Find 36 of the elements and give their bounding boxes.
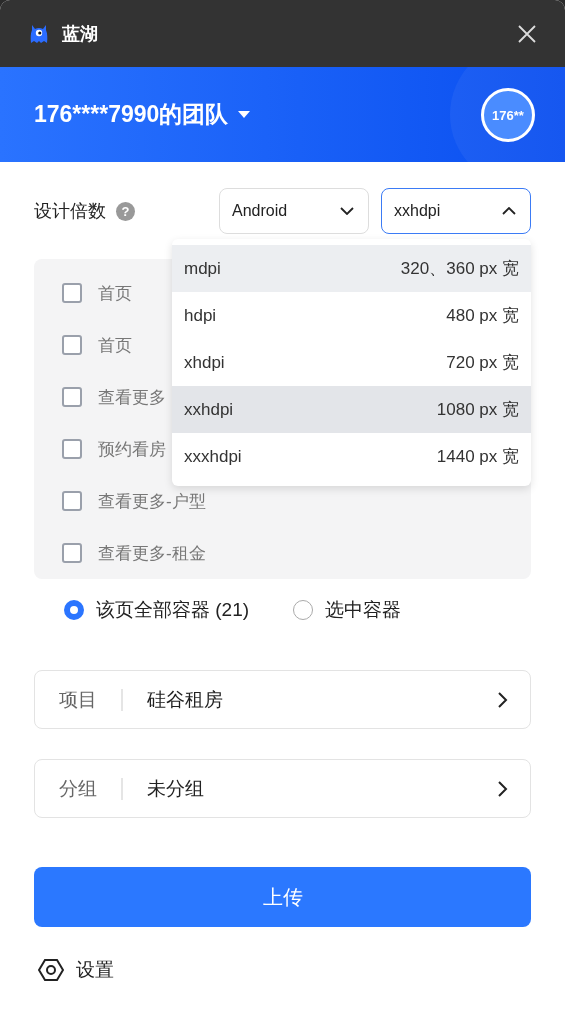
settings-link[interactable]: 设置 [76,957,114,983]
density-option[interactable]: mdpi 320、360 px 宽 [172,245,531,292]
checkbox[interactable] [62,491,82,511]
density-option[interactable]: hdpi 480 px 宽 [172,292,531,339]
settings-icon[interactable] [38,958,64,982]
platform-select[interactable]: Android [219,188,369,234]
checkbox[interactable] [62,335,82,355]
page-name: 查看更多 [98,386,166,409]
checkbox[interactable] [62,543,82,563]
upload-button[interactable]: 上传 [34,867,531,927]
window-title: 蓝湖 [62,22,99,46]
scale-label: 设计倍数 [34,200,106,223]
chevron-up-icon [502,207,516,215]
radio-label: 选中容器 [325,598,402,622]
picker-row[interactable]: 项目 硅谷租房 [34,670,531,729]
density-option[interactable]: xxhdpi 1080 px 宽 [172,386,531,433]
page-name: 首页 [98,334,132,357]
close-icon[interactable] [517,23,537,44]
density-option[interactable]: xxxhdpi 1440 px 宽 [172,433,531,480]
page-name: 首页 [98,282,132,305]
checkbox[interactable] [62,439,82,459]
page-name: 预约看房 [98,438,166,461]
density-select[interactable]: xxhdpi [381,188,531,234]
radio-label: 该页全部容器 (21) [96,598,250,622]
density-option[interactable]: xhdpi 720 px 宽 [172,339,531,386]
page-name: 查看更多-租金 [98,542,206,565]
checkbox[interactable] [62,283,82,303]
chevron-down-icon [340,207,354,215]
picker-row[interactable]: 分组 未分组 [34,759,531,818]
checkbox[interactable] [62,387,82,407]
page-name: 查看更多-户型 [98,490,206,513]
chevron-right-icon [498,780,508,797]
caret-icon[interactable] [238,110,251,119]
chevron-right-icon [498,691,508,708]
radio-button[interactable] [64,600,84,620]
team-name[interactable]: 176****7990的团队 [34,99,229,130]
